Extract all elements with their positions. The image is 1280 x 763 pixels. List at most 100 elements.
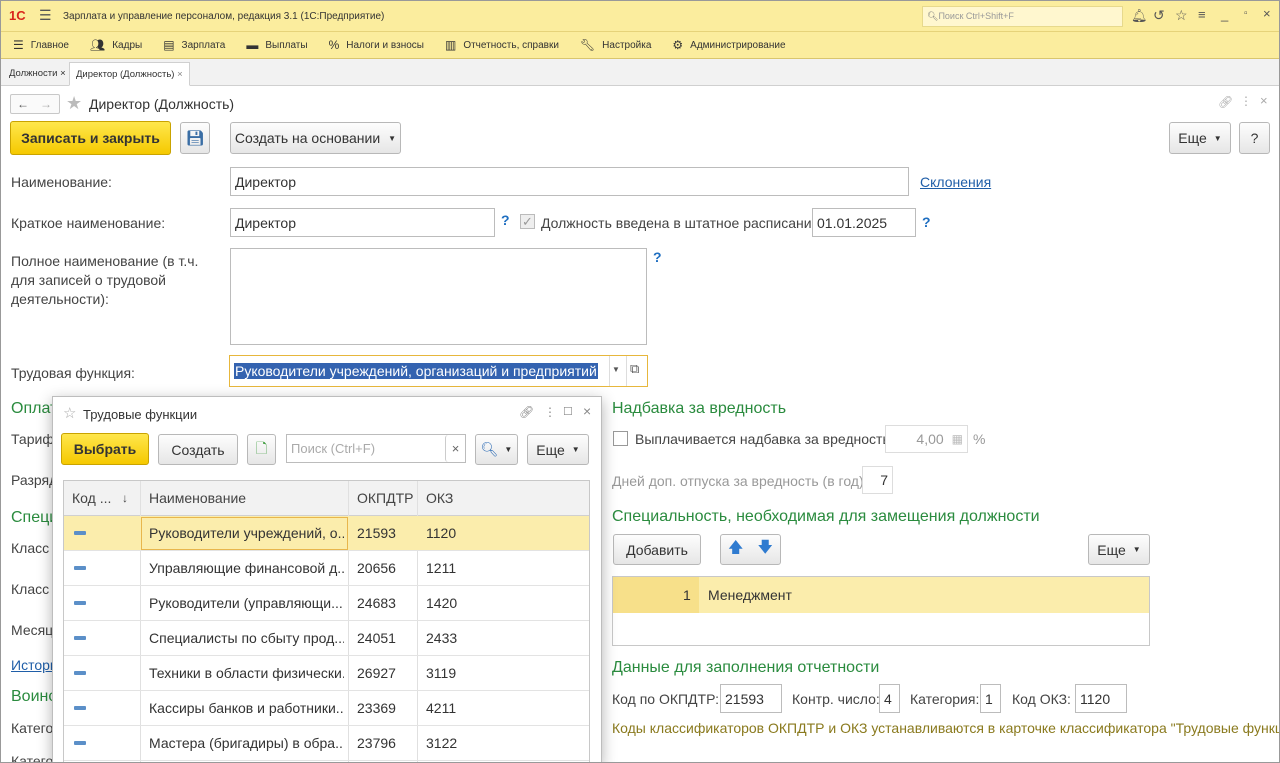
create-based-on-button[interactable]: Создать на основании ▼	[230, 122, 401, 154]
hidden-history-link[interactable]: Истори	[11, 657, 58, 673]
column-header-code[interactable]: Код ...	[72, 481, 111, 516]
more-button[interactable]: Еще ▼	[1169, 122, 1231, 154]
help-question-icon[interactable]: ?	[922, 214, 931, 230]
percent-icon: %	[328, 38, 340, 52]
global-search-input[interactable]: 🔍︎Поиск Ctrl+Shift+F	[922, 6, 1123, 27]
table-row[interactable]: 1 Менеджмент	[613, 577, 1149, 613]
table-row[interactable]: Техники в области физически... 26927 311…	[64, 656, 589, 691]
name-input[interactable]: Директор	[230, 167, 909, 196]
menu-item-admin[interactable]: ⚙ Администрирование	[672, 38, 785, 52]
close-window-icon[interactable]: ×	[1263, 6, 1271, 21]
menu-item-reports[interactable]: ▥ Отчетность, справки	[445, 38, 559, 52]
menu-item-payments[interactable]: ▬ Выплаты	[246, 38, 307, 52]
menu-item-staff[interactable]: 👥︎ Кадры	[90, 38, 142, 52]
help-question-icon[interactable]: ?	[501, 212, 510, 228]
arrow-down-icon[interactable]: 🡇	[758, 537, 773, 562]
in-schedule-date-input[interactable]: 01.01.2025	[812, 208, 916, 237]
maximize-icon[interactable]: ☐	[563, 405, 573, 418]
open-icon[interactable]: ⧉	[630, 361, 639, 377]
row-okz: 4211	[426, 700, 457, 716]
table-row[interactable]: Руководители (управляющи... 24683 1420	[64, 586, 589, 621]
column-header-okz[interactable]: ОКЗ	[426, 481, 453, 516]
wallet-icon: ▬	[246, 38, 259, 52]
more-vert-icon[interactable]: ⋮	[1240, 94, 1252, 108]
table-row[interactable]: Мастера (бригадиры) в обра... 23796 3122	[64, 726, 589, 761]
table-row[interactable]: Управляющие финансовой д... 20656 1211	[64, 551, 589, 586]
hidden-label-grade: Разряд	[11, 472, 58, 488]
dropdown-arrow-icon[interactable]: ▼	[612, 365, 620, 374]
link-icon[interactable]: 🔗︎	[519, 405, 534, 419]
more-vert-icon[interactable]: ⋮	[544, 405, 556, 419]
item-marker-icon	[74, 566, 86, 570]
control-number-input: 4	[879, 684, 900, 713]
select-button[interactable]: Выбрать	[61, 433, 149, 465]
bell-icon[interactable]: 🔔︎	[1131, 8, 1148, 24]
specialty-name: Менеджмент	[708, 587, 792, 603]
hidden-label-tariff: Тариф	[11, 431, 54, 447]
save-and-close-button[interactable]: Записать и закрыть	[10, 121, 171, 155]
favorites-star-icon[interactable]: ☆	[1175, 7, 1188, 24]
okz-label: Код ОКЗ:	[1012, 691, 1071, 707]
specialty-more-button[interactable]: Еще ▼	[1088, 534, 1150, 565]
table-row[interactable]: Кассиры банков и работники... 23369 4211	[64, 691, 589, 726]
search-options-button[interactable]: 🔍︎ ▼	[475, 434, 518, 465]
add-specialty-button[interactable]: Добавить	[613, 534, 701, 565]
arrow-up-icon[interactable]: 🡅	[728, 537, 743, 562]
in-schedule-label: Должность введена в штатное расписание	[541, 215, 820, 231]
tab-director-position[interactable]: Директор (Должность) ×	[69, 62, 190, 86]
column-header-name[interactable]: Наименование	[149, 481, 246, 516]
filter-icon[interactable]: ≡	[1198, 7, 1206, 22]
clear-search-icon[interactable]: ×	[445, 435, 465, 462]
table-row[interactable]: Специалисты по сбыту прод... 24051 2433	[64, 621, 589, 656]
copy-new-icon[interactable]: 🗋︎	[247, 434, 276, 465]
save-disk-icon[interactable]: 💾︎	[180, 122, 210, 154]
hamburger-menu-icon[interactable]: ☰	[39, 7, 52, 24]
reports-icon: ▥	[444, 38, 457, 52]
popup-search-input[interactable]: Поиск (Ctrl+F)	[286, 434, 466, 463]
labor-function-value[interactable]: Руководители учреждений, организаций и п…	[234, 363, 598, 379]
history-icon[interactable]: ↺	[1153, 7, 1165, 24]
table-row[interactable]: Руководители учреждений, о... 21593 1120	[64, 516, 589, 551]
menu-item-taxes[interactable]: % Налоги и взносы	[329, 38, 424, 52]
favorite-star-icon[interactable]: ★	[66, 93, 82, 114]
tab-positions[interactable]: Должности ×	[3, 62, 72, 86]
create-button[interactable]: Создать	[158, 434, 238, 465]
declensions-link[interactable]: Склонения	[920, 174, 991, 190]
back-arrow-icon[interactable]: ←	[17, 97, 29, 111]
forward-arrow-icon[interactable]: →	[40, 97, 52, 111]
row-okpdtr: 23369	[357, 700, 396, 716]
minimize-icon[interactable]: _	[1221, 7, 1228, 22]
close-icon[interactable]: ×	[583, 403, 591, 419]
row-okpdtr: 26927	[357, 665, 396, 681]
hidden-label-month: Месяц	[11, 622, 54, 638]
help-question-icon[interactable]: ?	[653, 249, 662, 265]
menu-item-settings[interactable]: 🔧︎ Настройка	[580, 38, 651, 52]
hidden-heading-military: Воинс	[11, 688, 57, 705]
help-button[interactable]: ?	[1239, 122, 1270, 154]
menu-item-salary[interactable]: ▤ Зарплата	[163, 38, 225, 52]
restore-icon[interactable]: ▫	[1244, 8, 1248, 19]
link-icon[interactable]: 🔗︎	[1218, 95, 1233, 109]
column-header-okpdtr[interactable]: ОКПДТР	[357, 481, 413, 516]
in-schedule-checkbox[interactable]: ✓	[520, 214, 535, 229]
popup-more-button[interactable]: Еще ▼	[527, 434, 589, 465]
favorite-star-icon[interactable]: ☆	[63, 404, 76, 422]
full-name-textarea[interactable]	[230, 248, 647, 345]
popup-title: Трудовые функции	[83, 407, 198, 422]
sort-down-icon[interactable]: ↓	[122, 481, 128, 516]
okz-input: 1120	[1075, 684, 1127, 713]
nav-buttons: ← →	[10, 94, 60, 114]
menu-item-main[interactable]: ☰ Главное	[13, 38, 69, 52]
short-name-input[interactable]: Директор	[230, 208, 495, 237]
hazard-checkbox[interactable]	[613, 431, 628, 446]
app-logo: 1С	[9, 8, 26, 23]
window-title: Зарплата и управление персоналом, редакц…	[63, 11, 385, 22]
hidden-label-category2: Катего	[11, 753, 54, 763]
okpdtr-label: Код по ОКПДТР:	[612, 691, 720, 707]
chevron-down-icon: ▼	[504, 445, 513, 454]
labor-function-field[interactable]: Руководители учреждений, организаций и п…	[229, 355, 648, 387]
close-icon[interactable]: ×	[177, 69, 183, 80]
close-icon[interactable]: ×	[60, 68, 66, 79]
close-form-icon[interactable]: ×	[1260, 93, 1268, 108]
chevron-down-icon: ▼	[1213, 133, 1222, 143]
